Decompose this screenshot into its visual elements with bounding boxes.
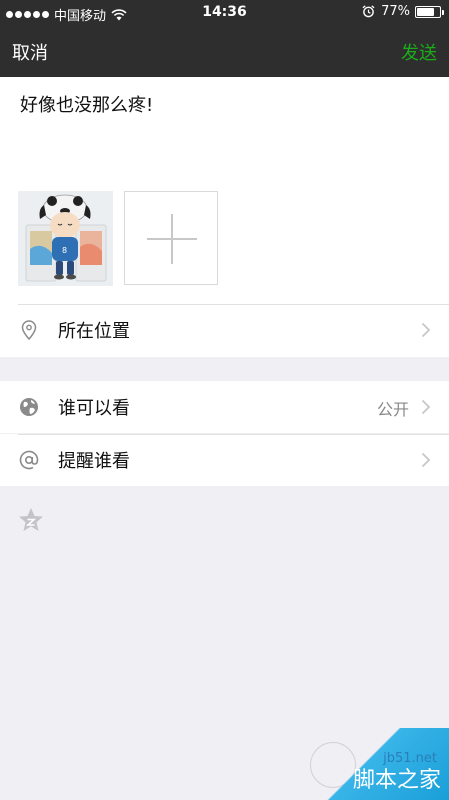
add-photo-button[interactable] (124, 191, 218, 285)
location-row[interactable]: 所在位置 (0, 304, 449, 356)
battery-percent: 77% (381, 4, 410, 19)
visibility-value: 公开 (376, 400, 409, 419)
globe-icon (20, 398, 38, 416)
battery-fill (417, 7, 434, 16)
photo-thumbnail-image: 8 (18, 191, 113, 286)
at-icon (19, 450, 39, 470)
location-label: 所在位置 (58, 321, 130, 342)
location-pin-icon (21, 320, 37, 341)
chevron-right-icon (421, 322, 431, 338)
visibility-label: 谁可以看 (58, 398, 130, 419)
svg-text:8: 8 (62, 246, 67, 255)
star-icon[interactable] (17, 506, 45, 534)
row-divider (18, 434, 449, 435)
chevron-right-icon (421, 399, 431, 415)
alarm-icon (362, 5, 375, 18)
post-text-input[interactable]: 好像也没那么疼! (20, 91, 153, 117)
chevron-right-icon (421, 452, 431, 468)
status-right: 77% (362, 4, 444, 19)
row-divider (18, 304, 449, 305)
navbar: 取消 发送 (0, 26, 449, 77)
watermark-name: 脚本之家 (352, 768, 441, 793)
status-bar: 中国移动 14:36 77% (0, 0, 449, 26)
mention-label: 提醒谁看 (58, 451, 130, 472)
photo-thumbnail[interactable]: 8 (18, 191, 113, 286)
visibility-row[interactable]: 谁可以看 公开 (0, 381, 449, 433)
battery-icon (415, 5, 444, 18)
cancel-button[interactable]: 取消 (12, 39, 48, 65)
send-button[interactable]: 发送 (401, 39, 437, 65)
mention-row[interactable]: 提醒谁看 (0, 434, 449, 486)
